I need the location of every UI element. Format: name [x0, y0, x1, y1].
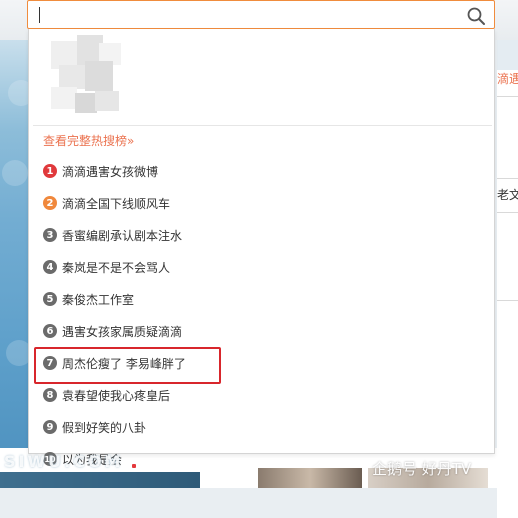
hot-search-label: 袁春望使我心疼皇后: [62, 388, 171, 403]
text-caret: [39, 7, 40, 23]
rank-badge: 1: [43, 164, 57, 178]
hot-search-label: 秦岚是不是不会骂人: [62, 260, 171, 275]
search-bar: [27, 0, 495, 29]
search-icon[interactable]: [466, 6, 486, 26]
rank-badge: 3: [43, 228, 57, 242]
rank-badge: 8: [43, 388, 57, 402]
hot-search-item[interactable]: 9 假到好笑的八卦: [43, 416, 483, 438]
feed-photo[interactable]: [258, 468, 362, 488]
hot-search-item[interactable]: 3 香蜜编剧承认剧本注水: [43, 224, 483, 246]
background-divider: [497, 212, 518, 213]
rank-badge: 2: [43, 196, 57, 210]
red-highlight-annotation: [34, 347, 221, 384]
hot-search-item[interactable]: 6 遇害女孩家属质疑滴滴: [43, 320, 483, 342]
page-right-header: [497, 40, 518, 70]
background-article-label: 老文章: [497, 188, 518, 202]
decorative-bubble: [2, 160, 28, 186]
view-full-hot-list-link[interactable]: 查看完整热搜榜»: [43, 132, 134, 149]
background-divider: [497, 178, 518, 179]
hot-search-label: 滴滴全国下线顺风车: [62, 196, 171, 211]
background-divider: [497, 300, 518, 301]
hot-search-item[interactable]: 4 秦岚是不是不会骂人: [43, 256, 483, 278]
watermark-right: 企鹅号 好丹TV: [372, 460, 472, 478]
hot-search-label: 假到好笑的八卦: [62, 420, 147, 435]
hot-search-label: 滴滴遇害女孩微博: [62, 164, 159, 179]
rank-badge: 6: [43, 324, 57, 338]
hot-search-label: 秦俊杰工作室: [62, 292, 135, 307]
rank-badge: 4: [43, 260, 57, 274]
dropdown-divider: [33, 125, 492, 126]
hot-search-item[interactable]: 2 滴滴全国下线顺风车: [43, 192, 483, 214]
background-divider: [497, 96, 518, 97]
watermark-dot: [132, 464, 136, 468]
search-suggestion-dropdown: 查看完整热搜榜» 1 滴滴遇害女孩微博 2 滴滴全国下线顺风车 3 香蜜编剧承认…: [28, 29, 495, 467]
hot-search-item[interactable]: 5 秦俊杰工作室: [43, 288, 483, 310]
rank-badge: 5: [43, 292, 57, 306]
hot-search-label: 香蜜编剧承认剧本注水: [62, 228, 183, 243]
hot-search-item[interactable]: 8 袁春望使我心疼皇后: [43, 384, 483, 406]
page-left-background: [0, 40, 34, 488]
search-input[interactable]: [32, 4, 460, 26]
background-hot-topic-link[interactable]: 滴遇害: [497, 70, 518, 90]
rank-badge: 9: [43, 420, 57, 434]
hot-search-label: 遇害女孩家属质疑滴滴: [62, 324, 183, 339]
hot-search-item[interactable]: 1 滴滴遇害女孩微博: [43, 160, 483, 182]
watermark-left: SIWU.COM: [4, 452, 124, 471]
bottom-nav-strip: [0, 472, 200, 488]
blurred-user-avatar[interactable]: [51, 35, 123, 117]
